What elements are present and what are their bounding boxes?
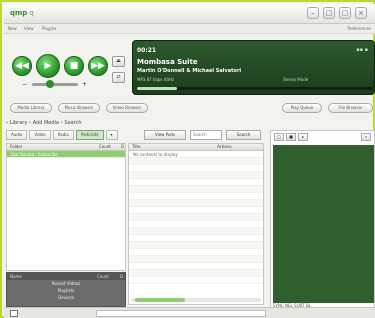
column-actions[interactable]: Actions bbox=[217, 144, 232, 150]
title-bar: qmp q – □ ▢ × bbox=[4, 4, 375, 24]
next-button[interactable]: ▶▶ bbox=[88, 56, 108, 76]
breadcrumb-add-media[interactable]: Add Media bbox=[33, 120, 59, 126]
video-viewport[interactable] bbox=[273, 145, 374, 303]
content-list-header: Title Actions bbox=[129, 144, 263, 151]
app-suffix: q bbox=[29, 9, 34, 17]
seek-bar-fill bbox=[137, 87, 178, 90]
fullscreen-icon[interactable]: □ bbox=[274, 133, 284, 141]
previous-button[interactable]: ◀◀ bbox=[12, 56, 32, 76]
track-artist: Martin O'Donnell & Michael Salvatori bbox=[137, 68, 242, 74]
monitor-icon[interactable] bbox=[10, 310, 18, 317]
menu-view[interactable]: View bbox=[24, 26, 34, 31]
app-window: qmp q – □ ▢ × New View Plugins Preference… bbox=[0, 0, 375, 318]
shuffle-button[interactable]: ⇄ bbox=[112, 72, 125, 83]
app-name: qmp bbox=[10, 9, 28, 17]
playback-time: 00:21 bbox=[137, 47, 157, 54]
menu-preferences[interactable]: Preferences bbox=[347, 26, 371, 31]
menu-plugins[interactable]: Plugins bbox=[42, 26, 56, 31]
track-mode: Stereo Mode bbox=[283, 77, 309, 82]
column-folder[interactable]: Folder bbox=[10, 144, 22, 150]
tab-podcasts[interactable]: Podcasts bbox=[75, 130, 104, 140]
breadcrumb-library[interactable]: Library bbox=[10, 120, 27, 126]
content-list: Title Actions No contents to display bbox=[128, 143, 264, 305]
media-tabs: Audio Video Radio Podcasts ▾ bbox=[6, 130, 118, 140]
sources-panel: Name Count D Recent Videos Playlists Dev… bbox=[6, 272, 126, 307]
track-format: MP3 87 kbps 44Hz bbox=[137, 77, 174, 82]
status-field bbox=[96, 310, 266, 317]
video-panel: □ ■ ▸ ⌕ SYNC NEL SORT BL bbox=[270, 130, 375, 310]
source-playlists[interactable]: Playlists bbox=[7, 287, 125, 294]
stop-button[interactable]: ■ bbox=[64, 56, 84, 76]
track-title: Mombasa Suite bbox=[137, 58, 198, 66]
maximize-button[interactable]: ▢ bbox=[339, 7, 351, 19]
column-name[interactable]: Name bbox=[10, 273, 22, 280]
volume-knob[interactable] bbox=[46, 80, 55, 88]
view-podcasts-button[interactable]: View Pods bbox=[144, 130, 186, 140]
folder-list-header: Folder Count D bbox=[7, 144, 125, 151]
eject-button[interactable]: ⏏ bbox=[112, 56, 125, 67]
source-devices[interactable]: Devices bbox=[7, 294, 125, 301]
expand-icon[interactable]: ▸ bbox=[298, 133, 308, 141]
empty-message: No contents to display bbox=[129, 151, 263, 158]
scrollbar-thumb[interactable] bbox=[135, 298, 185, 302]
status-bar bbox=[4, 307, 375, 318]
video-browser-button[interactable]: Video Browser bbox=[106, 103, 148, 113]
search-input[interactable]: Search bbox=[190, 130, 222, 140]
music-browser-button[interactable]: Music Browser bbox=[58, 103, 100, 113]
play-icon: ▶ bbox=[44, 61, 52, 71]
restore-button[interactable]: □ bbox=[323, 7, 335, 19]
tab-video[interactable]: Video bbox=[29, 130, 51, 140]
media-library-button[interactable]: Media Library bbox=[10, 103, 52, 113]
now-playing-display: 00:21 ▪▪ ▪ Mombasa Suite Martin O'Donnel… bbox=[132, 40, 375, 95]
sources-header: Name Count D bbox=[7, 273, 125, 280]
menu-bar: New View Plugins Preferences bbox=[4, 24, 375, 34]
menu-new[interactable]: New bbox=[8, 26, 17, 31]
column-count[interactable]: Count bbox=[99, 144, 111, 150]
folder-list: Folder Count D Get Started / Subscribe bbox=[6, 143, 126, 271]
source-recent-videos[interactable]: Recent Videos bbox=[7, 280, 125, 287]
column-title[interactable]: Title bbox=[132, 144, 141, 150]
tab-radio[interactable]: Radio bbox=[52, 130, 74, 140]
volume-slider[interactable] bbox=[32, 83, 78, 86]
stop-video-icon[interactable]: ■ bbox=[286, 133, 296, 141]
close-button[interactable]: × bbox=[355, 7, 367, 19]
next-icon: ▶▶ bbox=[91, 61, 105, 71]
breadcrumb-search[interactable]: Search bbox=[64, 120, 81, 126]
display-indicator-icon: ▪▪ ▪ bbox=[356, 47, 368, 53]
search-icon[interactable]: ⌕ bbox=[361, 133, 371, 141]
play-queue-button[interactable]: Play Queue bbox=[282, 103, 322, 113]
column-sort[interactable]: D bbox=[121, 144, 124, 150]
window-controls: – □ ▢ × bbox=[307, 7, 367, 19]
app-logo: qmp q bbox=[10, 9, 34, 17]
list-item[interactable]: Get Started / Subscribe bbox=[7, 151, 125, 158]
column-count[interactable]: Count bbox=[97, 273, 109, 280]
stop-icon: ■ bbox=[69, 61, 79, 71]
search-button[interactable]: Search bbox=[226, 130, 261, 140]
previous-icon: ◀◀ bbox=[15, 61, 29, 71]
breadcrumb: ‹ Library › Add Media › Search bbox=[6, 120, 82, 126]
tab-audio[interactable]: Audio bbox=[6, 130, 28, 140]
volume-up-icon[interactable]: + bbox=[82, 81, 87, 88]
file-browser-button[interactable]: File Browser bbox=[328, 103, 373, 113]
play-button[interactable]: ▶ bbox=[36, 54, 60, 78]
volume-down-icon[interactable]: − bbox=[22, 81, 27, 88]
column-sort[interactable]: D bbox=[120, 273, 123, 280]
minimize-button[interactable]: – bbox=[307, 7, 319, 19]
list-stripes bbox=[129, 158, 263, 284]
dropdown-button[interactable]: ▾ bbox=[105, 130, 118, 140]
